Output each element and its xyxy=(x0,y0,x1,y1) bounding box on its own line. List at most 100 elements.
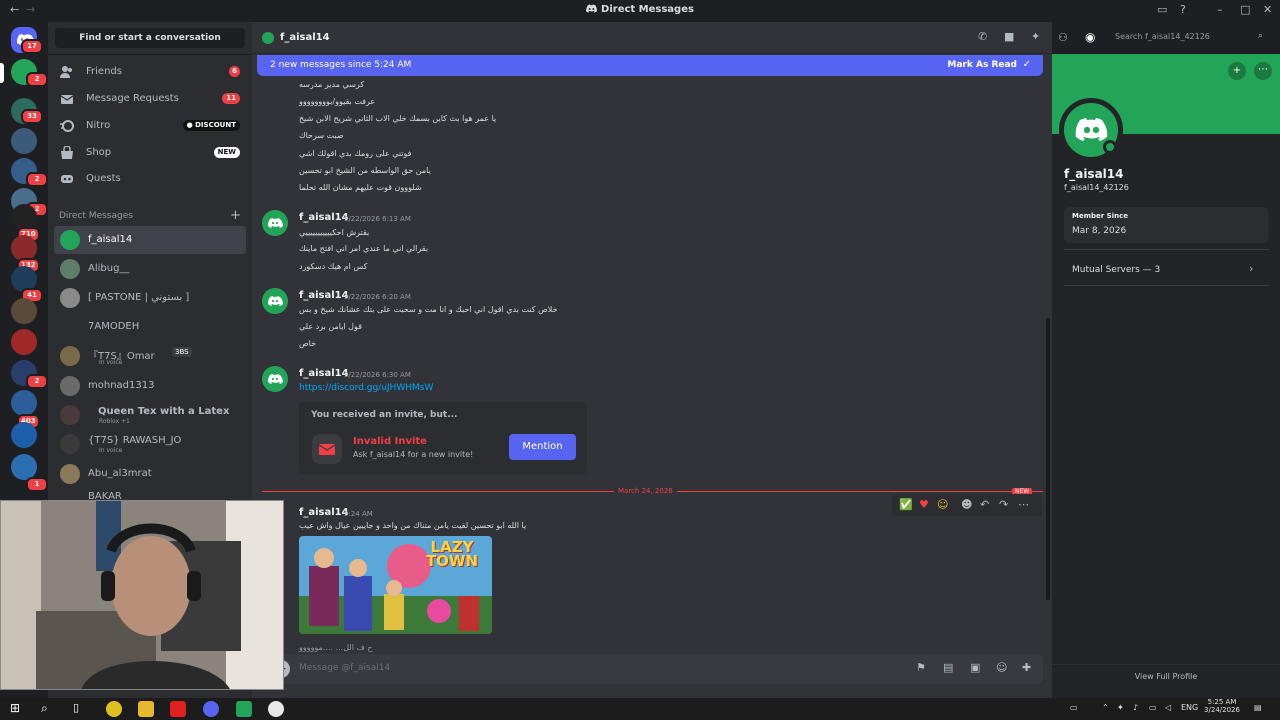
gif-icon[interactable]: ▤ xyxy=(943,661,953,674)
notifications-icon[interactable]: ▤ xyxy=(1254,703,1262,712)
nav-nitro-label: Nitro xyxy=(86,120,111,131)
dm-search-input[interactable]: Search f_aisal14_42126 ⌕ xyxy=(1110,28,1272,47)
nav-shop[interactable]: Shop NEW xyxy=(54,141,246,165)
message-avatar[interactable] xyxy=(262,366,288,392)
clock[interactable]: 5:25 AM 3/24/2026 xyxy=(1203,698,1241,714)
more-options-icon[interactable]: ⋯ xyxy=(1254,62,1272,80)
dm-avatar-icon xyxy=(262,32,274,44)
mark-as-read-button[interactable]: Mark As Read xyxy=(947,60,1017,70)
windows-start-icon[interactable]: ⊞ xyxy=(10,701,20,715)
more-icon[interactable]: ⋯ xyxy=(1018,498,1029,511)
help-icon[interactable]: ? xyxy=(1180,3,1186,16)
server-icon[interactable] xyxy=(11,422,37,448)
system-tray-icon[interactable]: ▭ xyxy=(1070,703,1078,712)
mention-button[interactable]: Mention xyxy=(509,434,576,460)
microphone-icon[interactable]: ♪ xyxy=(1133,703,1138,712)
invite-link[interactable]: https://discord.gg/uJHWHMsW xyxy=(299,383,433,393)
dm-item-f_aisal14[interactable]: f_aisal14 xyxy=(54,226,246,254)
message-author[interactable]: f_aisal14 xyxy=(299,290,349,301)
message-image-attachment[interactable]: LAZY TOWN xyxy=(299,536,492,634)
view-full-profile-link[interactable]: View Full Profile xyxy=(1052,672,1280,681)
laugh-reaction-icon[interactable]: ☺ xyxy=(937,498,948,511)
chat-scrollbar[interactable] xyxy=(1046,318,1050,600)
heart-reaction-icon[interactable]: ♥ xyxy=(919,498,929,511)
unread-badge: 2 xyxy=(26,374,48,389)
search-icon: ⌕ xyxy=(1258,31,1264,41)
new-pill: NEW xyxy=(213,147,240,158)
youtube-icon[interactable] xyxy=(170,701,186,717)
message-line: شلووون قوت عليهم مشان الله تحلما xyxy=(299,183,422,192)
server-icon[interactable] xyxy=(11,390,37,416)
create-dm-button[interactable]: + xyxy=(230,208,241,223)
message-author[interactable]: f_aisal14 xyxy=(299,368,349,379)
call-icon[interactable]: ✆ xyxy=(978,30,987,43)
tray-app-icon[interactable]: ✦ xyxy=(1117,703,1124,712)
add-friend-button[interactable]: + xyxy=(1228,62,1246,80)
avatar xyxy=(60,464,80,484)
pin-icon[interactable]: ✦ xyxy=(1031,30,1040,43)
sticker-icon[interactable]: ▣ xyxy=(970,661,980,674)
dm-item-rawash[interactable]: {T7S} RAWASH_JO In voice xyxy=(54,430,246,458)
nav-friends[interactable]: Friends 6 xyxy=(54,60,246,84)
selected-indicator xyxy=(0,63,4,83)
file-explorer-icon[interactable] xyxy=(138,701,154,717)
dm-item-omar[interactable]: 『T7S』Omar 3BS In voice xyxy=(54,342,246,370)
message-timestamp: 3/22/2026 6:30 AM xyxy=(344,371,411,379)
emoji-icon[interactable]: ☺ xyxy=(996,661,1007,674)
add-friend-icon[interactable]: ⚇ xyxy=(1058,31,1068,44)
message-line: ح ف الل... ....مووووو xyxy=(299,643,373,652)
nav-message-requests[interactable]: Message Requests 11 xyxy=(54,87,246,111)
app-icon[interactable] xyxy=(106,701,122,717)
discord-taskbar-icon[interactable] xyxy=(203,701,219,717)
mutual-servers-row[interactable]: Mutual Servers — 3 › xyxy=(1064,255,1269,283)
message-avatar[interactable] xyxy=(262,210,288,236)
message-author[interactable]: f_aisal14 xyxy=(299,507,349,518)
message-composer[interactable]: + Message @f_aisal14 ⚑ ▤ ▣ ☺ ✚ xyxy=(262,654,1043,684)
message-author[interactable]: f_aisal14 xyxy=(299,212,349,223)
message-line: صبت سرحاك xyxy=(299,131,344,140)
close-icon[interactable]: ✕ xyxy=(1263,3,1272,16)
dm-item-mohnad1313[interactable]: mohnad1313 xyxy=(54,372,246,400)
check-reaction-icon[interactable]: ✅ xyxy=(899,498,913,511)
inbox-icon[interactable]: ▭ xyxy=(1157,3,1167,16)
discount-pill-label: DISCOUNT xyxy=(195,121,236,129)
new-messages-bar[interactable]: 2 new messages since 5:24 AM Mark As Rea… xyxy=(257,55,1043,76)
message-line: خاص xyxy=(299,339,317,348)
server-icon[interactable] xyxy=(11,128,37,154)
dm-search-placeholder: Search f_aisal14_42126 xyxy=(1115,32,1210,41)
chrome-icon[interactable] xyxy=(268,701,284,717)
dm-name: Alibug__ xyxy=(88,263,130,274)
nav-quests[interactable]: Quests xyxy=(54,167,246,191)
dm-item-queen-tex[interactable]: Queen Tex with a Latex Roblox +1 xyxy=(54,401,246,429)
app-icon[interactable] xyxy=(236,701,252,717)
user-profile-icon[interactable]: ◉ xyxy=(1085,30,1095,44)
task-view-icon[interactable]: ▯ xyxy=(73,701,79,714)
nav-nitro[interactable]: Nitro ● DISCOUNT xyxy=(54,114,246,138)
avatar xyxy=(60,317,80,337)
maximize-icon[interactable]: □ xyxy=(1240,3,1250,16)
apps-icon[interactable]: ✚ xyxy=(1022,661,1031,674)
network-icon[interactable]: ▭ xyxy=(1149,703,1157,712)
dm-item-abu-al3mrat[interactable]: Abu_al3mrat xyxy=(54,460,246,488)
gift-icon[interactable]: ⚑ xyxy=(916,661,926,674)
dm-item-alibug[interactable]: Alibug__ xyxy=(54,255,246,283)
minimize-icon[interactable]: – xyxy=(1217,3,1223,16)
server-icon[interactable] xyxy=(11,329,37,355)
dm-item-pastone[interactable]: [ PASTONE | بستوني ] xyxy=(54,284,246,312)
volume-icon[interactable]: ◁ xyxy=(1165,703,1171,712)
conversation-search-button[interactable]: Find or start a conversation xyxy=(55,28,245,48)
tray-chevron-icon[interactable]: ⌃ xyxy=(1102,703,1109,712)
dm-status: In voice xyxy=(99,447,123,454)
dm-item-bakar[interactable]: BAKAR xyxy=(54,488,246,500)
profile-username: f_aisal14_42126 xyxy=(1064,183,1129,192)
dm-item-7amodeh[interactable]: 7AMODEH xyxy=(54,313,246,341)
add-reaction-icon[interactable]: ☻ xyxy=(961,498,972,511)
video-call-icon[interactable]: ■ xyxy=(1004,30,1014,43)
search-icon[interactable]: ⌕ xyxy=(41,701,48,716)
chat-title: f_aisal14 xyxy=(280,32,330,43)
language-indicator[interactable]: ENG xyxy=(1181,703,1198,712)
reply-icon[interactable]: ↶ xyxy=(980,498,989,511)
message-avatar[interactable] xyxy=(262,288,288,314)
server-icon[interactable] xyxy=(11,298,37,324)
forward-icon[interactable]: ↷ xyxy=(999,498,1008,511)
